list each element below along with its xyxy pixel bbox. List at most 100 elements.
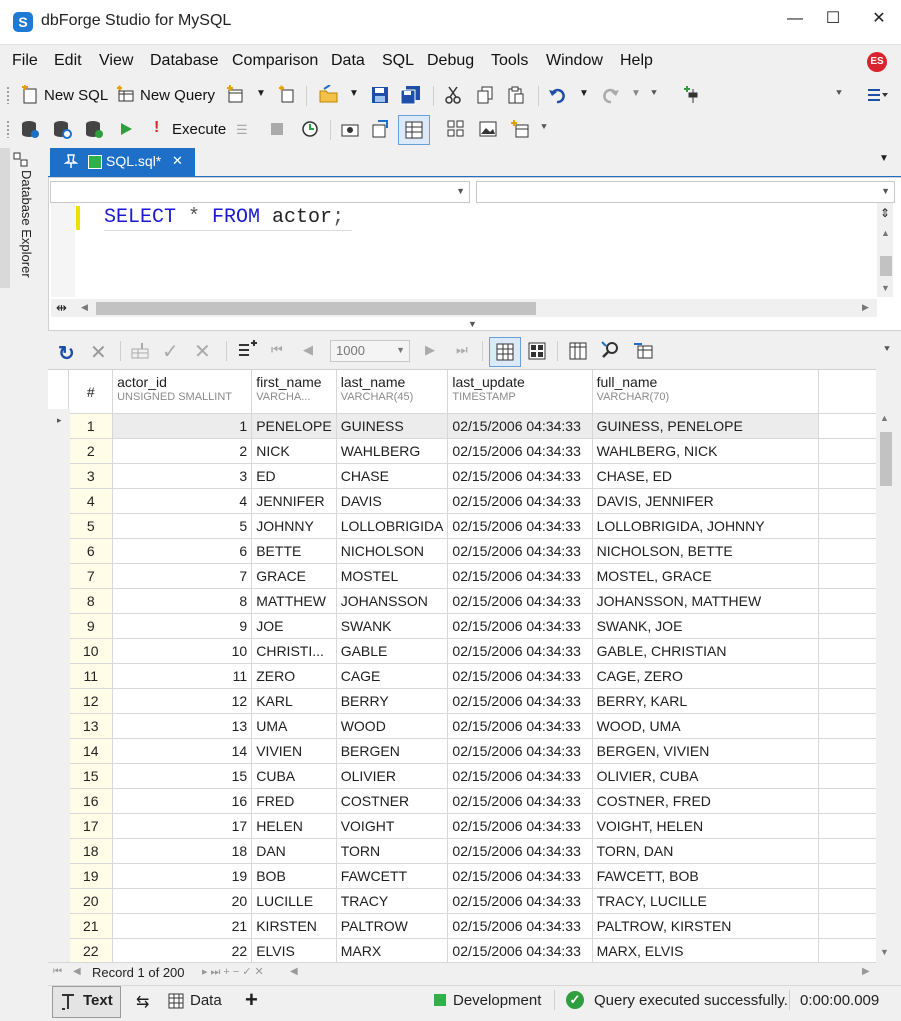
swap-icon[interactable]: ⇆ [136,992,149,1012]
column-header-actor-id[interactable]: actor_id UNSIGNED SMALLINT [112,370,253,414]
designer-button[interactable] [446,119,466,139]
cell-last-update[interactable]: 02/15/2006 04:34:33 [447,613,593,639]
cell-last-name[interactable]: WAHLBERG [336,438,449,464]
grid-toolbar-overflow-icon[interactable]: ⯆ [883,344,891,355]
cell-actor-id[interactable]: 18 [112,838,253,864]
table-row[interactable]: 19 19 BOB FAWCETT 02/15/2006 04:34:33 FAWCETT… [48,863,876,889]
database-check-button[interactable] [84,119,104,139]
cell-last-name[interactable]: CHASE [336,463,449,489]
new-item-button[interactable] [277,85,297,105]
cell-actor-id[interactable]: 9 [112,613,253,639]
cell-last-update[interactable]: 02/15/2006 04:34:33 [447,938,593,962]
cell-row-number[interactable]: 15 [68,763,114,789]
cell-full-name[interactable]: TORN, DAN [592,838,819,864]
table-row[interactable]: 4 4 JENNIFER DAVIS 02/15/2006 04:34:33 DAVIS,… [48,488,876,514]
export-data-button[interactable] [632,340,654,360]
cell-last-update[interactable]: 02/15/2006 04:34:33 [447,638,593,664]
table-row[interactable]: 15 15 CUBA OLIVIER 02/15/2006 04:34:33 OLIVIE… [48,763,876,789]
cell-row-number[interactable]: 21 [68,913,114,939]
cell-last-update[interactable]: 02/15/2006 04:34:33 [447,413,593,439]
editor-scroll-thumb[interactable] [880,256,892,276]
cell-last-name[interactable]: GABLE [336,638,449,664]
cell-full-name[interactable]: JOHANSSON, MATTHEW [592,588,819,614]
toolbar-overflow-icon[interactable]: ⯆ [650,88,658,99]
cell-actor-id[interactable]: 13 [112,713,253,739]
cell-actor-id[interactable]: 17 [112,813,253,839]
nav-first-icon[interactable]: ⏮ [53,966,62,977]
cell-actor-id[interactable]: 8 [112,588,253,614]
cell-row-number[interactable]: 17 [68,813,114,839]
cell-row-number[interactable]: 14 [68,738,114,764]
layout-button[interactable] [866,85,890,105]
cell-last-update[interactable]: 02/15/2006 04:34:33 [447,688,593,714]
table-row[interactable]: 11 11 ZERO CAGE 02/15/2006 04:34:33 CAGE, ZER… [48,663,876,689]
table-row[interactable]: 18 18 DAN TORN 02/15/2006 04:34:33 TORN, DAN [48,838,876,864]
data-view-tab[interactable] [168,993,184,1009]
cell-full-name[interactable]: MOSTEL, GRACE [592,563,819,589]
cell-row-number[interactable]: 11 [68,663,114,689]
cell-actor-id[interactable]: 21 [112,913,253,939]
cell-last-update[interactable]: 02/15/2006 04:34:33 [447,888,593,914]
toolbar2-overflow-icon[interactable]: ⯆ [540,122,548,133]
maximize-button[interactable]: ☐ [813,8,853,30]
cell-row-number[interactable]: 16 [68,788,114,814]
new-document-dropdown-icon[interactable]: ▼ [256,88,266,99]
column-header-full-name[interactable]: full_name VARCHAR(70) [592,370,819,414]
grid-scroll-down-icon[interactable]: ▼ [880,947,889,957]
table-row[interactable]: 8 8 MATTHEW JOHANSSON 02/15/2006 04:34:33 JOH… [48,588,876,614]
cell-last-name[interactable]: DAVIS [336,488,449,514]
cell-first-name[interactable]: NICK [251,438,337,464]
cell-row-number[interactable]: 18 [68,838,114,864]
cell-full-name[interactable]: WAHLBERG, NICK [592,438,819,464]
cell-last-name[interactable]: NICHOLSON [336,538,449,564]
grid-view-toggle[interactable] [489,337,521,367]
cell-actor-id[interactable]: 7 [112,563,253,589]
redo-dropdown-icon[interactable]: ▼ [631,88,641,99]
cell-actor-id[interactable]: 20 [112,888,253,914]
close-button[interactable]: ✕ [859,8,899,30]
nav-hscroll-left-icon[interactable]: ◀ [290,966,298,977]
new-sql-label[interactable]: New SQL [44,87,108,104]
cell-last-update[interactable]: 02/15/2006 04:34:33 [447,463,593,489]
tab-list-dropdown-icon[interactable]: ▼ [879,153,889,164]
cell-last-name[interactable]: WOOD [336,713,449,739]
table-row[interactable]: 14 14 VIVIEN BERGEN 02/15/2006 04:34:33 BERGE… [48,738,876,764]
data-view-label[interactable]: Data [190,992,222,1009]
user-avatar[interactable]: ES [867,52,887,72]
next-page-icon[interactable]: ▶ [425,342,435,358]
new-document-button[interactable] [226,85,246,105]
database-explorer-pin-icon[interactable] [13,152,29,168]
scroll-left-icon[interactable]: ◀ [81,302,88,313]
menu-edit[interactable]: Edit [54,52,82,70]
cell-last-name[interactable]: MARX [336,938,449,962]
table-row[interactable]: 5 5 JOHNNY LOLLOBRIGIDA 02/15/2006 04:34:33 L… [48,513,876,539]
cell-row-number[interactable]: 20 [68,888,114,914]
cell-actor-id[interactable]: 15 [112,763,253,789]
cell-row-number[interactable]: 5 [68,513,114,539]
cancel-icon[interactable]: ✕ [90,340,107,365]
discard-changes-icon[interactable]: ✕ [194,339,211,364]
cell-actor-id[interactable]: 10 [112,638,253,664]
cell-first-name[interactable]: ELVIS [251,938,337,962]
cell-row-number[interactable]: 9 [68,613,114,639]
cell-last-update[interactable]: 02/15/2006 04:34:33 [447,538,593,564]
cell-actor-id[interactable]: 22 [112,938,253,962]
cell-row-number[interactable]: 4 [68,488,114,514]
cell-last-name[interactable]: SWANK [336,613,449,639]
cell-first-name[interactable]: UMA [251,713,337,739]
toolbar-grip[interactable] [6,120,10,138]
split-horizontal-icon[interactable]: ⇹ [56,300,67,316]
cell-full-name[interactable]: DAVIS, JENNIFER [592,488,819,514]
cell-last-update[interactable]: 02/15/2006 04:34:33 [447,863,593,889]
toolbar-grip[interactable] [6,86,10,104]
menu-comparison[interactable]: Comparison [232,52,318,70]
cell-first-name[interactable]: CHRISTI... [251,638,337,664]
menu-tools[interactable]: Tools [491,52,528,70]
cell-last-name[interactable]: LOLLOBRIGIDA [336,513,449,539]
table-row[interactable]: 22 22 ELVIS MARX 02/15/2006 04:34:33 MARX, EL… [48,938,876,962]
apply-changes-icon[interactable]: ✓ [162,339,179,364]
cell-last-update[interactable]: 02/15/2006 04:34:33 [447,513,593,539]
card-view-button[interactable] [527,341,547,361]
cell-last-name[interactable]: TORN [336,838,449,864]
nav-prev-icon[interactable]: ◀ [73,966,81,977]
